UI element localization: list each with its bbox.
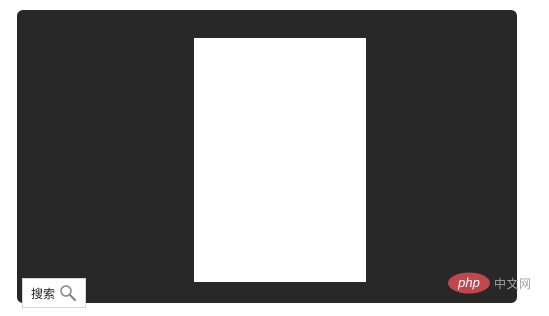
magnifier-icon [59, 284, 77, 302]
svg-text:php: php [457, 275, 480, 290]
php-cn-watermark: php 中文网 [447, 272, 532, 294]
php-logo: php [448, 272, 490, 294]
search-button-label: 搜索 [30, 286, 55, 301]
search-button[interactable]: 搜索 [22, 278, 86, 308]
screenshot-stage: 搜索 php 中文网 [0, 0, 549, 316]
watermark-site-text: 中文网 [494, 276, 532, 291]
document-page [194, 38, 366, 282]
document-viewer [17, 10, 517, 303]
